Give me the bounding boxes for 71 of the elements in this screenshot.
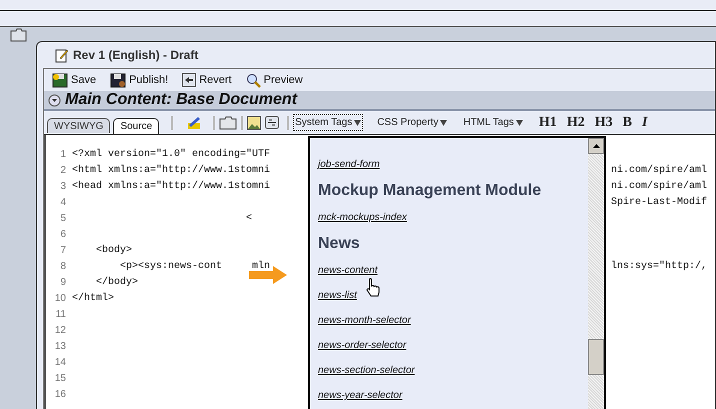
pencil-icon[interactable] (187, 116, 202, 130)
format-button[interactable]: I (642, 112, 648, 133)
dropdown-arrow-icon (354, 120, 362, 126)
toolbar-button[interactable]: Revert (182, 72, 232, 88)
code-text: </html> (72, 293, 114, 304)
code-text: lns:sys="http:/, (611, 260, 708, 274)
scrollbar[interactable] (588, 138, 604, 409)
magnifier-icon (246, 72, 261, 88)
line-number: 14 (54, 356, 66, 370)
tag-link[interactable]: news-month-selector (318, 315, 411, 326)
group-heading: Mockup Management Module (318, 181, 542, 201)
line-number: 1 (59, 148, 66, 162)
arrow-icon (249, 266, 287, 284)
editor-tab[interactable]: Source (113, 118, 160, 134)
link-icon[interactable] (265, 116, 280, 129)
notepad-pencil-icon (55, 48, 69, 62)
line-number: 6 (59, 228, 66, 242)
line-number: 12 (54, 324, 66, 338)
line-number: 3 (59, 180, 66, 194)
code-text: <?xml version="1.0" encoding="UTF (72, 149, 270, 160)
tag-link[interactable]: news-order-selector (318, 340, 406, 351)
line-number: 8 (59, 260, 66, 274)
tag-link[interactable]: news-section-selector (318, 365, 415, 376)
image-icon[interactable] (247, 116, 262, 130)
code-text: </body> (95, 277, 138, 288)
code-text: <body> (95, 245, 132, 256)
section-title: Main Content: Base Document (65, 90, 298, 110)
line-number: 11 (54, 308, 66, 322)
tag-link[interactable]: mck-mockups-index (318, 212, 407, 223)
group-heading: News (318, 234, 361, 254)
dropdown-menu[interactable]: CSS Property (375, 114, 450, 131)
dropdown-menu[interactable]: HTML Tags (461, 114, 525, 131)
code-text: <head xmlns:a="http://www.1stomni (72, 181, 270, 192)
folder-icon[interactable] (219, 116, 238, 130)
dropdown-menu[interactable]: System Tags (293, 114, 364, 131)
tag-link[interactable]: news-year-selector (318, 390, 402, 401)
code-text: ni.com/spire/aml (611, 164, 708, 178)
dropdown-arrow-icon (440, 120, 448, 126)
line-number: 4 (59, 196, 66, 210)
toolbar-button[interactable]: Save (52, 72, 96, 88)
hand-cursor-icon (366, 277, 382, 297)
line-number: 5 (59, 212, 66, 226)
line-number: 15 (54, 372, 66, 386)
code-text: < (245, 213, 252, 224)
window-title: Rev 1 (English) - Draft (73, 47, 198, 64)
collapse-icon[interactable] (48, 94, 61, 106)
tag-link[interactable]: news-list (318, 290, 357, 301)
line-number: 16 (54, 388, 66, 402)
line-number: 9 (59, 276, 66, 290)
tag-link[interactable]: job-send-form (318, 159, 380, 170)
code-text: <html xmlns:a="http://www.1stomni (72, 165, 270, 176)
tag-link[interactable]: news-content (318, 265, 378, 276)
code-text: <p><sys:news-cont mln (119, 261, 270, 272)
up-arrow-icon (592, 144, 600, 148)
line-number: 13 (54, 340, 66, 354)
format-button[interactable]: H3 (594, 112, 613, 133)
line-number: 10 (54, 292, 66, 306)
toolbar-button[interactable]: Publish! (110, 72, 168, 88)
format-button[interactable]: B (622, 112, 632, 133)
toolbar-button[interactable]: Preview (246, 72, 303, 88)
scroll-up-button[interactable] (588, 138, 604, 154)
line-number: 2 (59, 164, 66, 178)
dropdown-arrow-icon (516, 120, 523, 126)
editor-tab[interactable]: WYSIWYG (47, 118, 110, 133)
format-button[interactable]: H2 (566, 112, 585, 133)
scroll-thumb[interactable] (588, 339, 604, 375)
line-number: 7 (59, 244, 66, 258)
format-button[interactable]: H1 (538, 112, 557, 133)
code-text: Spire-Last-Modif (611, 196, 708, 210)
code-text: ni.com/spire/aml (611, 180, 708, 194)
folder-icon[interactable] (10, 28, 27, 42)
